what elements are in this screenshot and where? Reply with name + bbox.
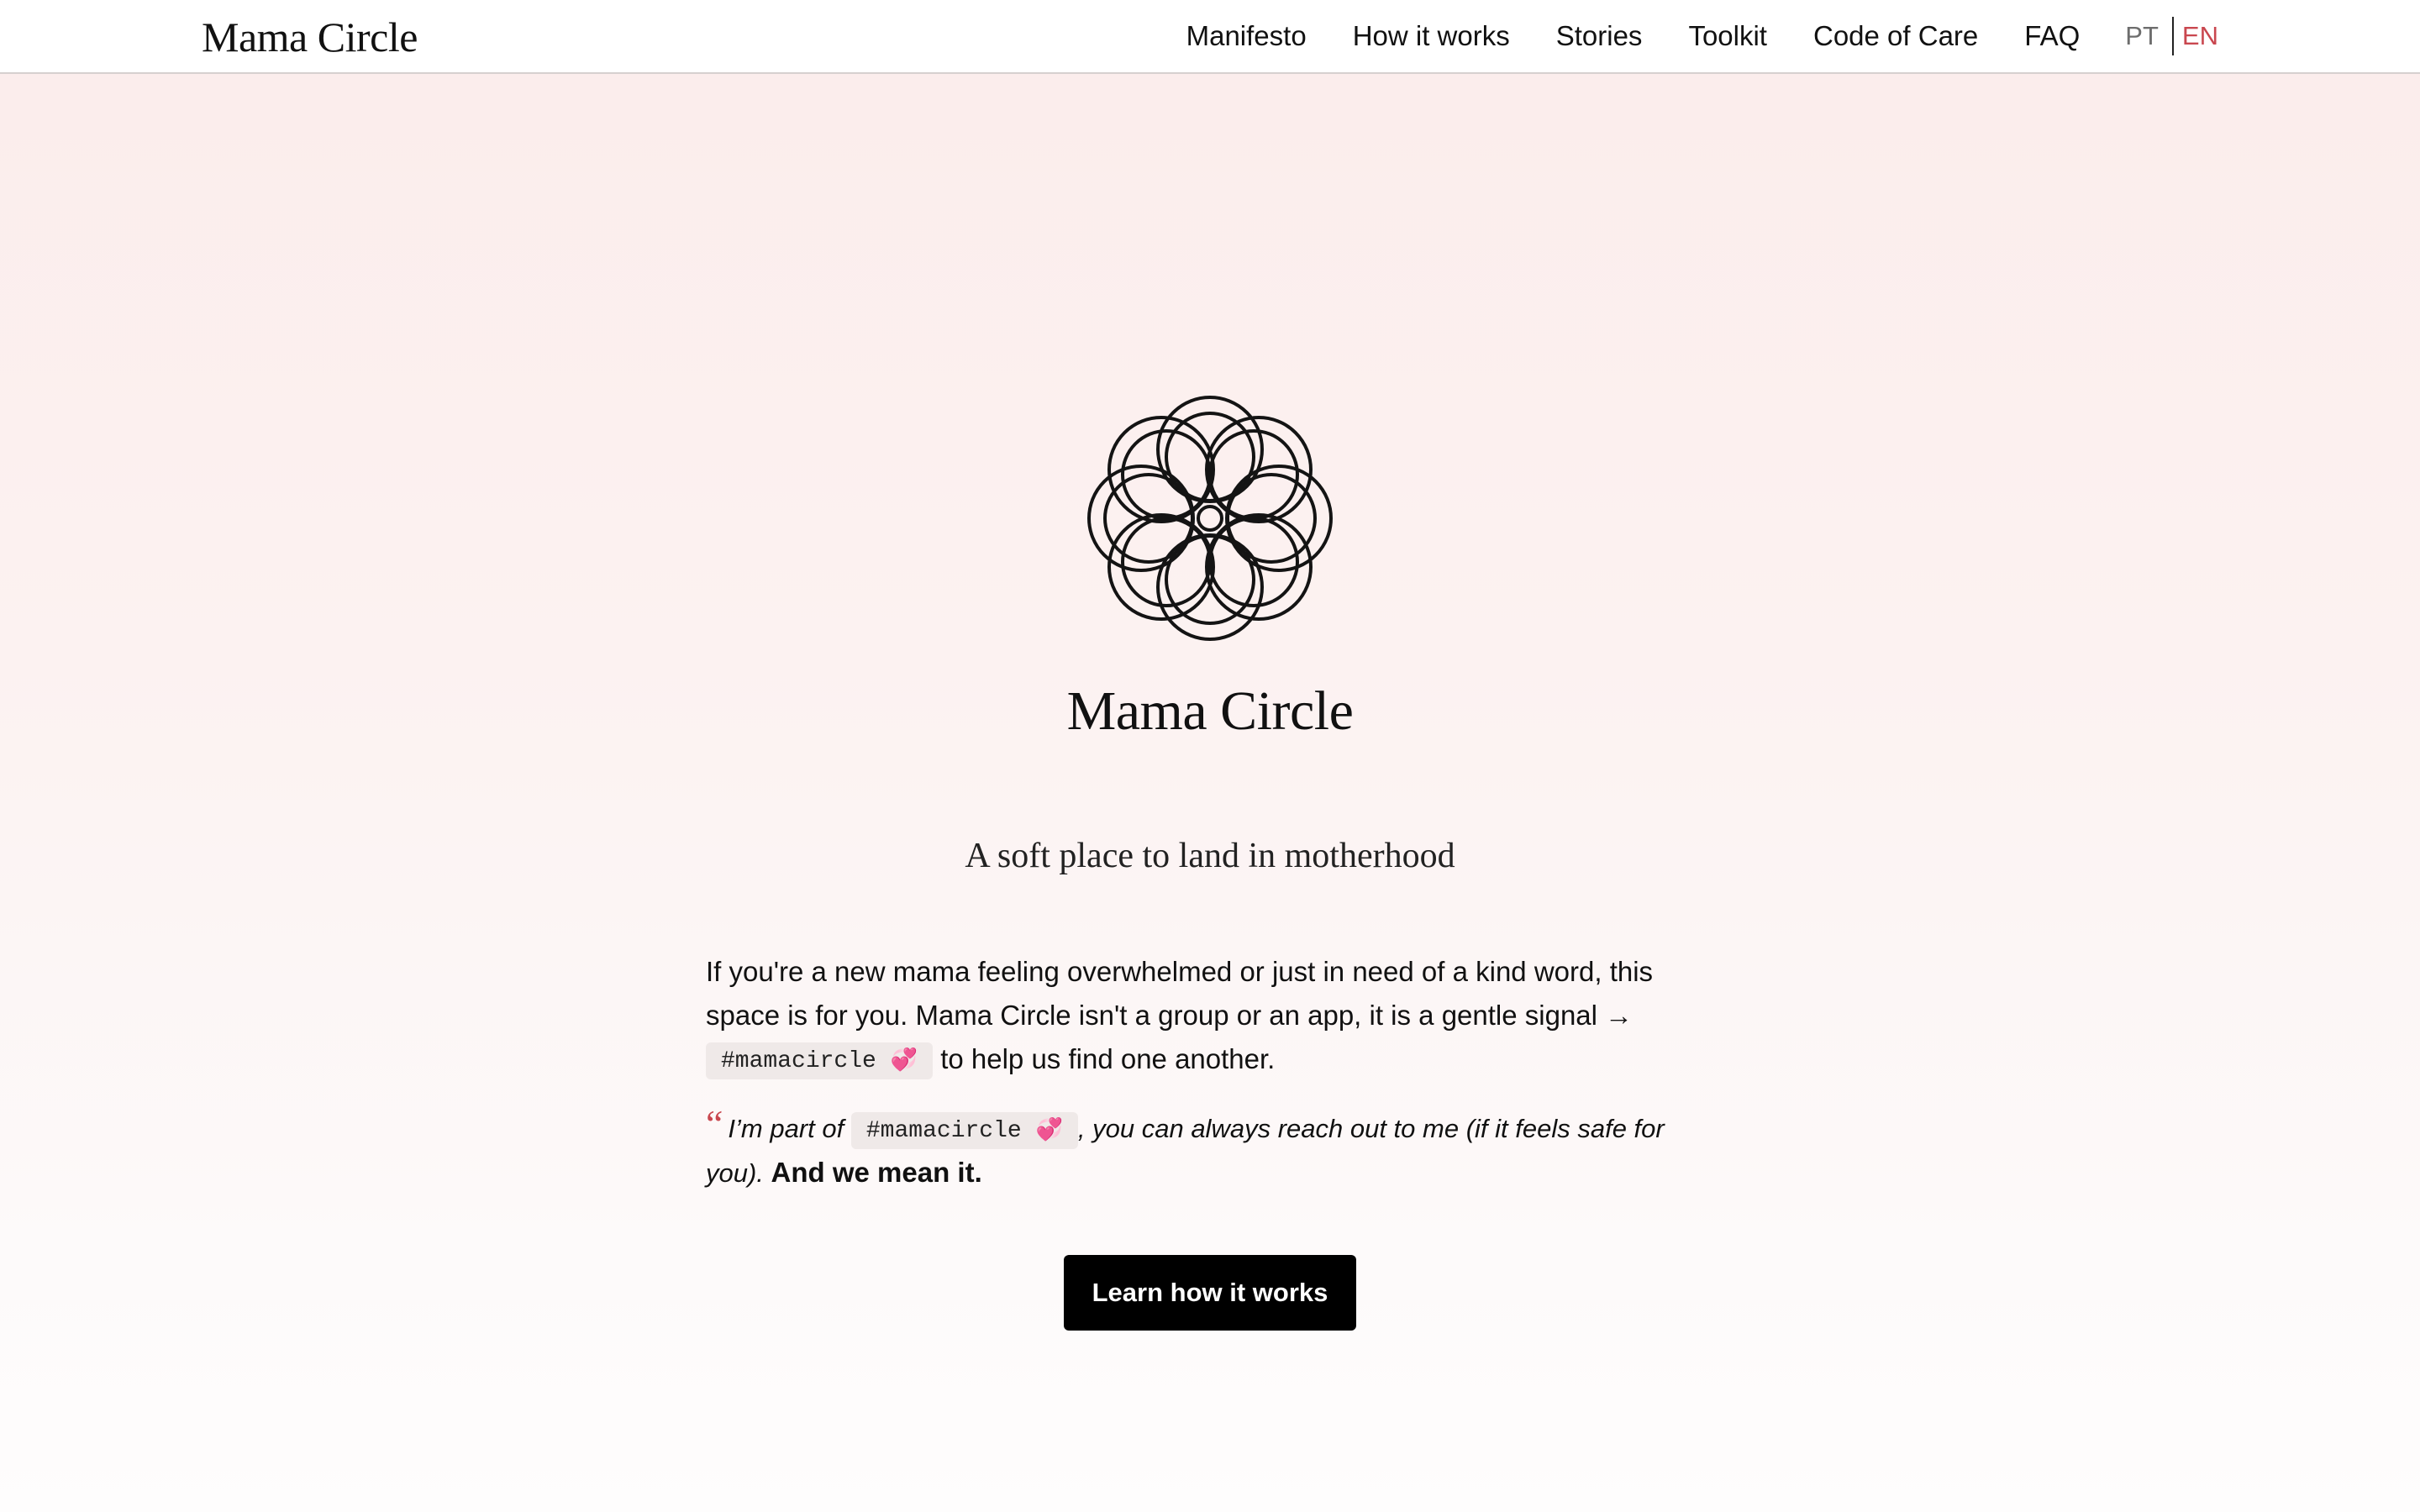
intro-text-end: to help us find one another. <box>940 1043 1276 1074</box>
petal-ring-inner <box>1103 412 1317 625</box>
learn-how-it-works-button[interactable]: Learn how it works <box>1064 1255 1356 1331</box>
pledge-quote: “I’m part of #mamacircle 💞, you can alwa… <box>706 1105 1714 1195</box>
heart-emoji-icon: 💞 <box>890 1047 918 1074</box>
flower-of-life-icon <box>1087 396 1333 641</box>
quote-text-start: I’m part of <box>728 1114 844 1143</box>
hero-title: Mama Circle <box>1066 680 1354 742</box>
nav-link-manifesto[interactable]: Manifesto <box>1186 20 1307 52</box>
quote-emphasis: And we mean it. <box>771 1157 982 1188</box>
language-en-link[interactable]: EN <box>2174 21 2218 51</box>
quote-mark-icon: “ <box>706 1102 723 1145</box>
hashtag-chip-quote: #mamacircle 💞 <box>850 1111 1078 1149</box>
main-nav: Manifesto How it works Stories Toolkit C… <box>1140 0 2218 72</box>
center-circle <box>1197 505 1223 532</box>
nav-link-how-it-works[interactable]: How it works <box>1353 20 1510 52</box>
intro-text-start: If you're a new mama feeling overwhelmed… <box>706 956 1654 1031</box>
hero-tagline: A soft place to land in motherhood <box>965 837 1455 875</box>
hashtag-text-quote: #mamacircle <box>865 1117 1022 1144</box>
language-switcher: PT EN <box>2125 17 2218 55</box>
brand-logo-link[interactable]: Mama Circle <box>202 10 418 64</box>
hashtag-text: #mamacircle <box>721 1048 876 1075</box>
nav-link-faq[interactable]: FAQ <box>2024 20 2080 52</box>
language-pt-link[interactable]: PT <box>2125 21 2172 51</box>
top-navigation-bar: Mama Circle Manifesto How it works Stori… <box>0 0 2420 74</box>
heart-emoji-icon: 💞 <box>1035 1116 1063 1142</box>
hashtag-chip: #mamacircle 💞 <box>706 1042 934 1080</box>
nav-link-stories[interactable]: Stories <box>1556 20 1643 52</box>
nav-link-toolkit[interactable]: Toolkit <box>1688 20 1767 52</box>
intro-paragraph: If you're a new mama feeling overwhelmed… <box>706 950 1714 1081</box>
petal-ring-outer <box>1087 396 1333 641</box>
nav-link-code-of-care[interactable]: Code of Care <box>1813 20 1978 52</box>
